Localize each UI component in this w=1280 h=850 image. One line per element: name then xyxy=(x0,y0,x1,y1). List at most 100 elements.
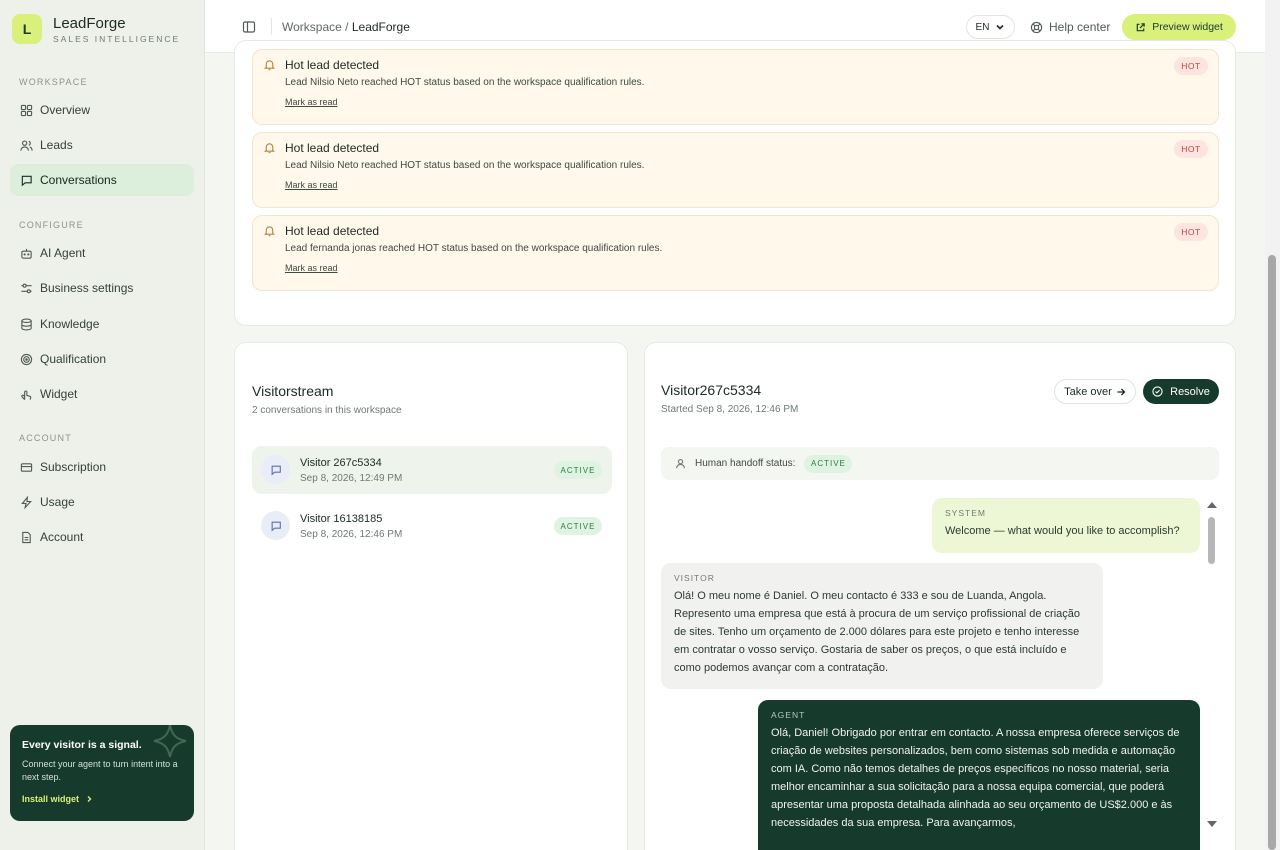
sparkle-icon xyxy=(153,725,187,758)
alert-body: Lead Nilsio Neto reached HOT status base… xyxy=(285,160,645,171)
breadcrumb-workspace[interactable]: Workspace xyxy=(282,20,342,34)
preview-widget-label: Preview widget xyxy=(1152,21,1223,33)
brand-tagline: SALES INTELLIGENCE xyxy=(53,33,181,44)
message-list: SYSTEM Welcome — what would you like to … xyxy=(661,495,1206,850)
sidebar-item-label: Knowledge xyxy=(40,317,100,331)
nav-section-account: ACCOUNT xyxy=(19,433,72,443)
topbar-divider xyxy=(271,18,272,35)
hot-badge: HOT xyxy=(1174,140,1208,158)
message-text: Olá! O meu nome é Daniel. O meu contacto… xyxy=(674,590,1080,674)
sidebar-item-business-settings[interactable]: Business settings xyxy=(10,272,194,304)
chevron-down-icon xyxy=(996,24,1005,30)
sidebar-item-label: Account xyxy=(40,530,84,544)
sidebar-item-label: Overview xyxy=(40,103,91,117)
hot-lead-alerts: Hot lead detected Lead Nilsio Neto reach… xyxy=(234,40,1236,326)
hot-badge: HOT xyxy=(1174,57,1208,75)
language-value: EN xyxy=(975,21,990,33)
page-scrollbar[interactable] xyxy=(1265,0,1280,850)
status-badge: ACTIVE xyxy=(554,517,602,535)
scroll-thumb[interactable] xyxy=(1208,517,1215,564)
sidebar-item-conversations[interactable]: Conversations xyxy=(10,164,194,196)
bell-icon xyxy=(263,226,276,237)
resolve-button[interactable]: Resolve xyxy=(1143,379,1219,404)
brand-logo: L xyxy=(12,14,42,44)
message-role: SYSTEM xyxy=(945,508,986,518)
stream-subtitle: 2 conversations in this workspace xyxy=(252,405,402,416)
message-role: AGENT xyxy=(771,710,806,720)
message-text: Welcome — what would you like to accompl… xyxy=(945,525,1180,537)
conversation-name: Visitor 267c5334 xyxy=(300,457,382,469)
sidebar-item-label: AI Agent xyxy=(40,246,86,260)
conversation-avatar xyxy=(261,511,290,540)
alert-item: Hot lead detected Lead Nilsio Neto reach… xyxy=(252,132,1219,208)
sidebar-item-ai-agent[interactable]: AI Agent xyxy=(10,237,194,269)
message-system: SYSTEM Welcome — what would you like to … xyxy=(932,498,1200,553)
visitor-stream-panel: Visitorstream 2 conversations in this wo… xyxy=(234,342,628,850)
pointer-icon xyxy=(21,390,32,400)
sidebar-item-label: Widget xyxy=(40,387,78,401)
conversation-avatar xyxy=(261,455,290,484)
stream-title: Visitorstream xyxy=(252,383,334,399)
sidebar-item-account[interactable]: Account xyxy=(10,521,194,553)
handoff-status-badge: ACTIVE xyxy=(804,454,853,473)
message-agent: AGENT Olá, Daniel! Obrigado por entrar e… xyxy=(758,700,1200,850)
handoff-label: Human handoff status: xyxy=(695,458,796,469)
help-center-link[interactable]: Help center xyxy=(1030,20,1110,34)
mark-as-read-link[interactable]: Mark as read xyxy=(285,180,338,190)
sidebar-item-knowledge[interactable]: Knowledge xyxy=(10,308,194,340)
chevron-right-icon xyxy=(87,796,92,802)
scroll-up-arrow[interactable] xyxy=(1207,502,1217,508)
sidebar-item-subscription[interactable]: Subscription xyxy=(10,451,194,483)
preview-widget-button[interactable]: Preview widget xyxy=(1122,14,1236,40)
install-widget-label: Install widget xyxy=(22,794,80,804)
conversation-title: Visitor267c5334 xyxy=(661,382,762,398)
install-promo-card: Every visitor is a signal. Connect your … xyxy=(10,725,194,821)
resolve-label: Resolve xyxy=(1170,385,1210,398)
breadcrumb: Workspace / LeadForge xyxy=(282,20,410,34)
conversation-time: Sep 8, 2026, 12:49 PM xyxy=(300,473,403,484)
sidebar-item-label: Conversations xyxy=(40,173,117,187)
brand-name: LeadForge xyxy=(53,14,126,32)
sidebar-item-qualification[interactable]: Qualification xyxy=(10,343,194,375)
bell-icon xyxy=(263,143,276,154)
take-over-button[interactable]: Take over xyxy=(1054,379,1136,404)
alert-body: Lead fernanda jonas reached HOT status b… xyxy=(285,243,663,254)
lifebuoy-icon xyxy=(1030,21,1043,33)
conversation-item[interactable]: Visitor 16138185 Sep 8, 2026, 12:46 PM A… xyxy=(252,502,612,550)
message-role: VISITOR xyxy=(674,573,715,583)
message-visitor: VISITOR Olá! O meu nome é Daniel. O meu … xyxy=(661,563,1103,689)
alert-title: Hot lead detected xyxy=(285,224,380,238)
credit-card-icon xyxy=(20,462,33,472)
language-select[interactable]: EN xyxy=(966,15,1015,39)
sliders-icon xyxy=(21,283,32,293)
user-icon xyxy=(676,459,685,469)
bell-icon xyxy=(263,60,276,71)
install-widget-link[interactable]: Install widget xyxy=(22,794,94,804)
alert-item: Hot lead detected Lead fernanda jonas re… xyxy=(252,215,1219,291)
sidebar-item-leads[interactable]: Leads xyxy=(10,129,194,161)
take-over-label: Take over xyxy=(1064,385,1112,398)
mark-as-read-link[interactable]: Mark as read xyxy=(285,97,338,107)
mark-as-read-link[interactable]: Mark as read xyxy=(285,263,338,273)
grid-icon xyxy=(20,104,33,116)
bot-icon xyxy=(21,248,32,259)
sidebar-item-overview[interactable]: Overview xyxy=(10,94,194,126)
brand[interactable]: L LeadForge SALES INTELLIGENCE xyxy=(12,14,180,44)
message-scrollbar[interactable] xyxy=(1205,501,1219,831)
sidebar-item-label: Business settings xyxy=(40,281,134,295)
sidebar-item-widget[interactable]: Widget xyxy=(10,378,194,410)
page-scroll-thumb[interactable] xyxy=(1268,255,1276,850)
sidebar: L LeadForge SALES INTELLIGENCE WORKSPACE… xyxy=(0,0,205,850)
sidebar-item-usage[interactable]: Usage xyxy=(10,486,194,518)
conversation-time: Sep 8, 2026, 12:46 PM xyxy=(300,529,403,540)
nav-section-workspace: WORKSPACE xyxy=(19,77,88,87)
conversation-panel: Visitor267c5334 Started Sep 8, 2026, 12:… xyxy=(644,342,1236,850)
breadcrumb-separator: / xyxy=(345,20,349,34)
file-icon xyxy=(22,531,31,543)
status-badge: ACTIVE xyxy=(554,461,602,479)
sidebar-toggle-icon[interactable] xyxy=(242,20,256,34)
conversation-item[interactable]: Visitor 267c5334 Sep 8, 2026, 12:49 PM A… xyxy=(252,446,612,494)
users-icon xyxy=(20,139,33,151)
scroll-down-arrow[interactable] xyxy=(1207,821,1217,827)
sidebar-item-label: Leads xyxy=(40,138,73,152)
